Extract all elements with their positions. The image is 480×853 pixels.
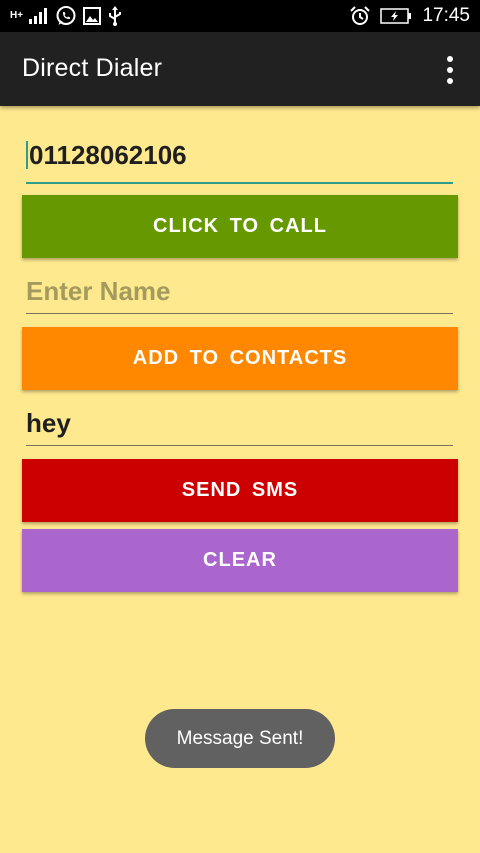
phone-number-value: 01128062106 (29, 140, 187, 170)
add-to-contacts-button[interactable]: ADD TO CONTACTS (22, 327, 458, 390)
name-underline (26, 313, 453, 314)
signal-icon (29, 8, 48, 24)
battery-charging-icon (380, 8, 412, 24)
text-cursor (26, 141, 28, 169)
app-screen: H+ 17:45 Direct Dialer 01128062106 CLICK… (0, 0, 480, 853)
overflow-menu-icon[interactable] (440, 56, 460, 84)
message-input[interactable]: hey (26, 408, 453, 446)
phone-number-underline (26, 182, 453, 184)
click-to-call-button[interactable]: CLICK TO CALL (22, 195, 458, 258)
message-underline (26, 445, 453, 446)
clear-button[interactable]: CLEAR (22, 529, 458, 592)
network-type-label: H+ (10, 10, 24, 21)
name-input[interactable]: Enter Name (26, 276, 453, 314)
message-value: hey (26, 408, 71, 438)
whatsapp-icon (56, 6, 76, 25)
name-placeholder: Enter Name (26, 276, 171, 306)
phone-number-input[interactable]: 01128062106 (26, 140, 453, 184)
toast-message: Message Sent! (145, 709, 335, 768)
status-left-icons: H+ (10, 4, 123, 28)
send-sms-button[interactable]: SEND SMS (22, 459, 458, 522)
gallery-icon (83, 7, 102, 25)
status-right-icons: 17:45 (350, 0, 470, 32)
alarm-icon (350, 6, 371, 25)
status-bar: H+ 17:45 (0, 0, 480, 32)
status-time: 17:45 (422, 5, 470, 26)
app-bar: Direct Dialer (0, 32, 480, 106)
app-title: Direct Dialer (22, 54, 163, 82)
usb-icon (109, 6, 122, 26)
